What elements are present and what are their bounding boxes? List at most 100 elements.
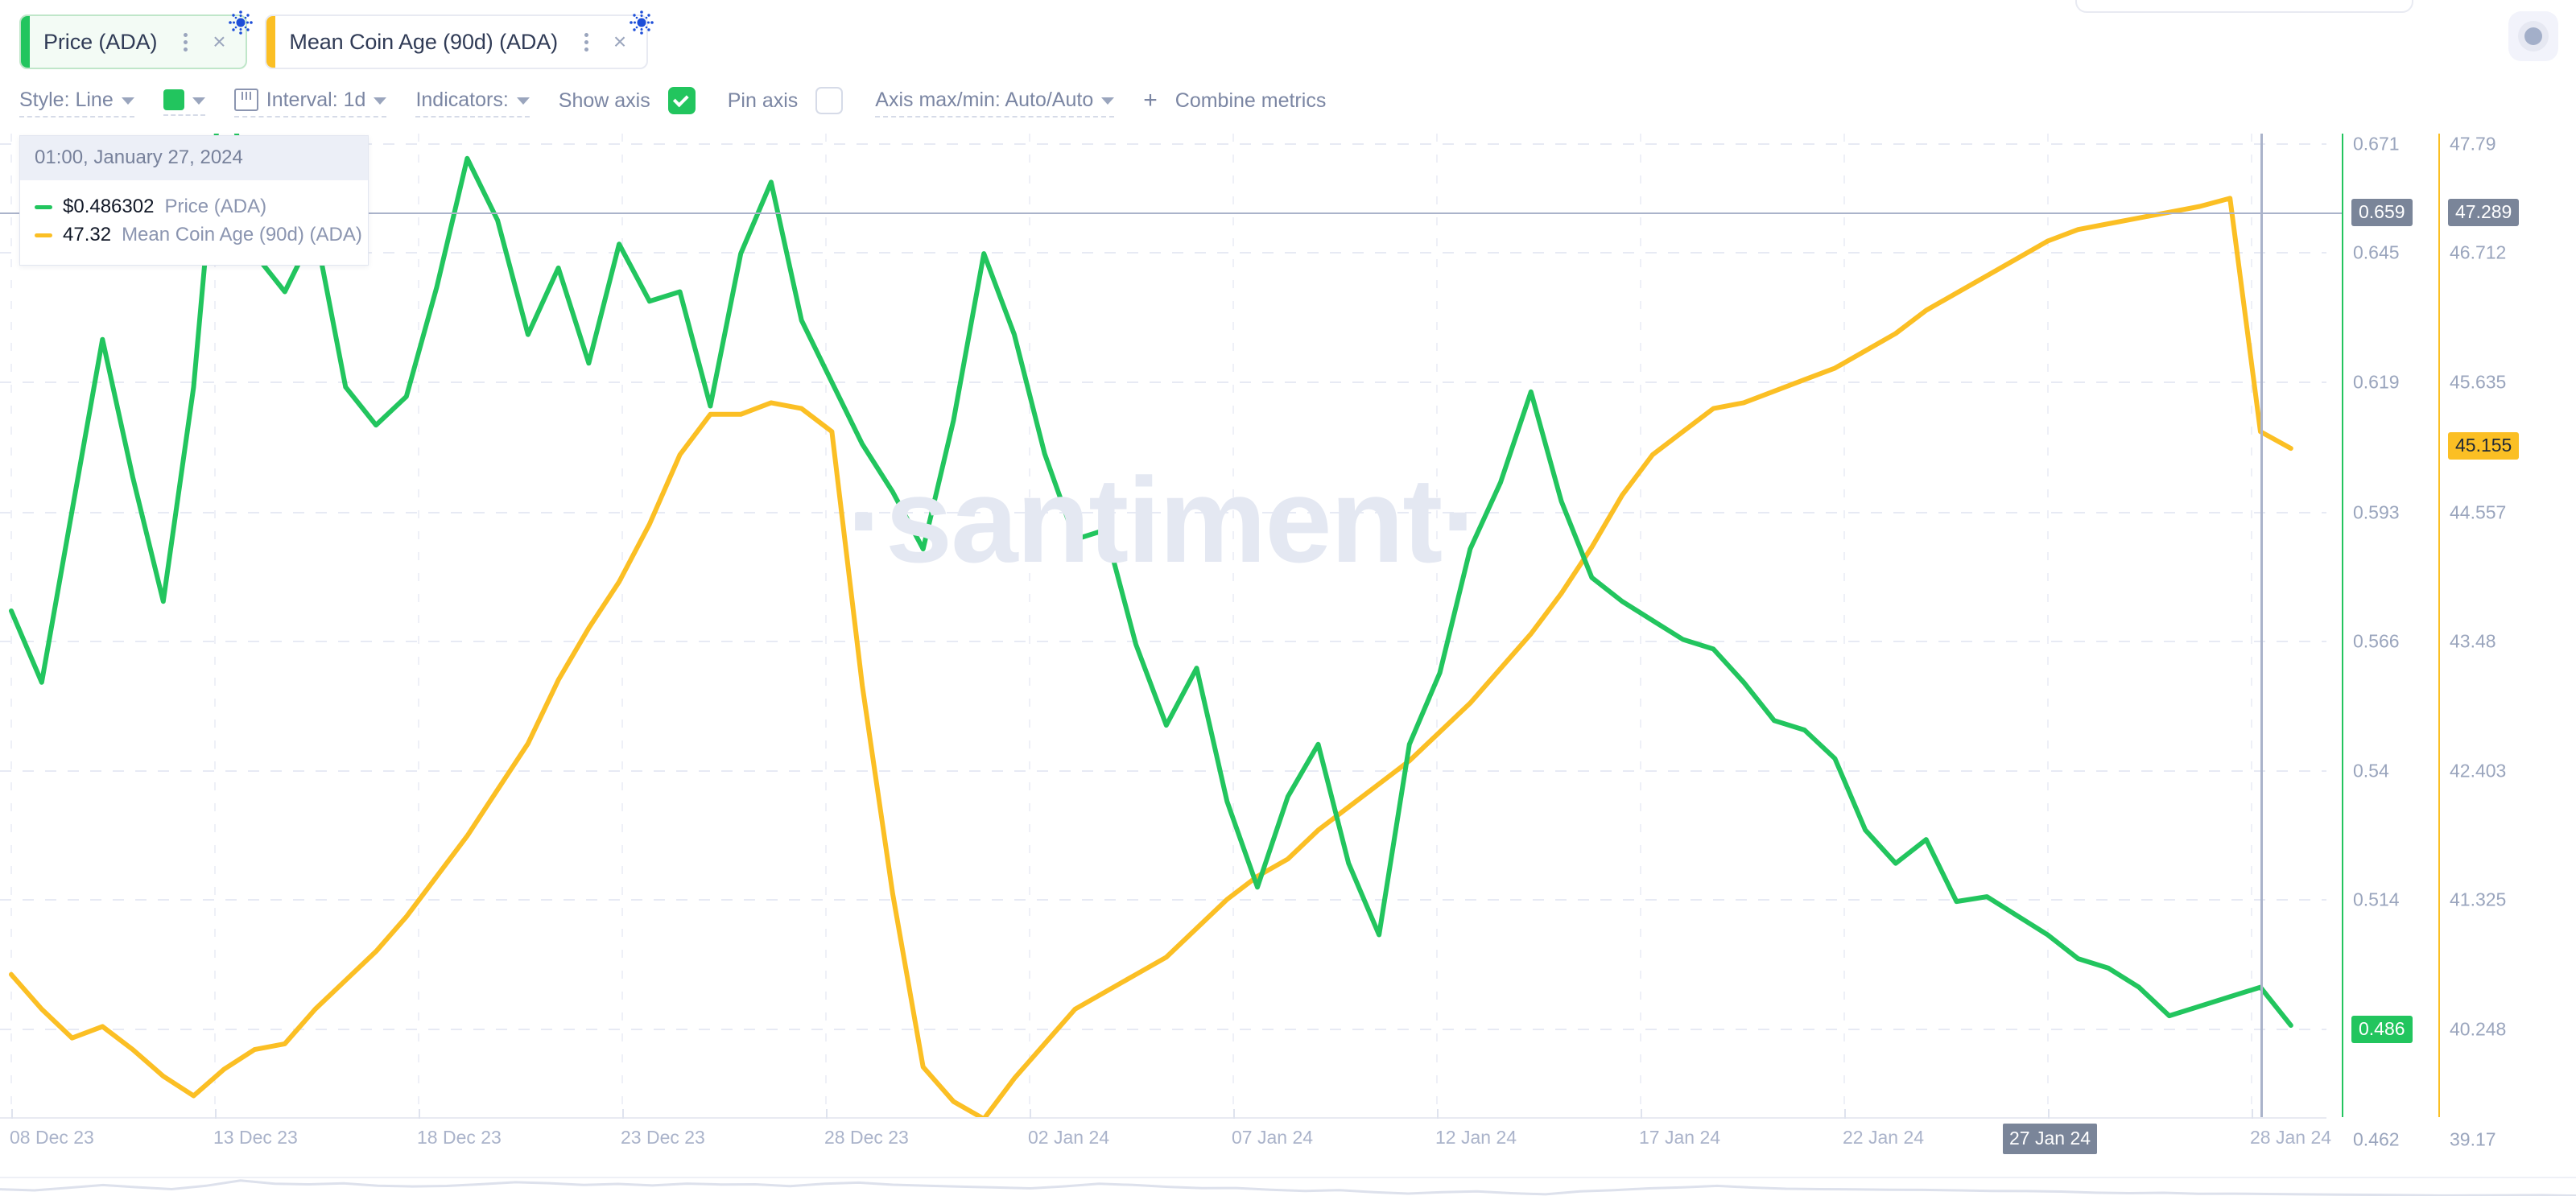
x-axis-tick-label: 28 Dec 23 bbox=[824, 1127, 909, 1148]
axis-tick-label: 44.557 bbox=[2450, 501, 2507, 523]
tooltip-row-price: $0.486302 Price (ADA) bbox=[35, 196, 353, 218]
tooltip-series-name: Price (ADA) bbox=[164, 196, 267, 217]
overview-sparkline bbox=[0, 1179, 2576, 1196]
crosshair-vertical-line bbox=[2260, 134, 2263, 1117]
axis-tick-label: 41.325 bbox=[2450, 889, 2507, 910]
chart-range-overview[interactable] bbox=[0, 1177, 2576, 1196]
tab-price-ada[interactable]: Price (ADA) × bbox=[19, 10, 254, 69]
x-axis-tick-mark bbox=[1844, 1109, 1846, 1119]
axis-tick-label: 0.645 bbox=[2353, 241, 2400, 263]
sparkle-icon[interactable] bbox=[226, 8, 255, 37]
interval-dropdown[interactable]: Interval: 1d bbox=[233, 88, 387, 118]
x-axis-tick-label: 28 Jan 24 bbox=[2250, 1127, 2332, 1148]
tooltip-value: 47.32 bbox=[63, 224, 112, 245]
chevron-down-icon bbox=[1101, 97, 1115, 105]
x-axis-tick-mark bbox=[1437, 1109, 1439, 1119]
axis-tick-label: 39.17 bbox=[2450, 1128, 2496, 1150]
axis-tick-label: 0.671 bbox=[2353, 133, 2400, 155]
x-axis-tick-mark bbox=[2252, 1109, 2253, 1119]
pin-axis-control[interactable]: Pin axis bbox=[728, 87, 844, 118]
style-label: Style: Line bbox=[19, 88, 114, 111]
axis-tick-label: 0.462 bbox=[2353, 1128, 2400, 1150]
series-color-dash-icon bbox=[35, 204, 52, 209]
top-partial-panel bbox=[2075, 0, 2413, 13]
x-axis-tick-mark bbox=[1641, 1109, 1642, 1119]
tab-label: Mean Coin Age (90d) (ADA) bbox=[289, 29, 559, 54]
metric-tabbar: Price (ADA) × Mean Coin Age (90d) (ADA) … bbox=[19, 10, 654, 69]
x-axis-tick-label: 23 Dec 23 bbox=[621, 1127, 705, 1148]
mean-coin-age-axis-line bbox=[2438, 134, 2440, 1117]
chart-plot-area[interactable] bbox=[0, 134, 2326, 1117]
combine-metrics-label: Combine metrics bbox=[1174, 89, 1327, 112]
x-axis-tick-label: 02 Jan 24 bbox=[1028, 1127, 1110, 1148]
axis-tick-label: 0.566 bbox=[2353, 630, 2400, 652]
tab-color-swatch bbox=[266, 16, 276, 68]
tooltip-datetime: 01:00, January 27, 2024 bbox=[20, 136, 368, 180]
series-line-mean-coin-age bbox=[9, 196, 2293, 1117]
indicators-dropdown[interactable]: Indicators: bbox=[415, 88, 530, 118]
color-dropdown[interactable] bbox=[163, 89, 205, 116]
axis-tick-label: 0.593 bbox=[2353, 501, 2400, 523]
axis-max-min-label: Axis max/min: Auto/Auto bbox=[875, 88, 1094, 111]
chart-tooltip: 01:00, January 27, 2024 $0.486302 Price … bbox=[19, 135, 369, 266]
axis-tick-label: 0.619 bbox=[2353, 371, 2400, 393]
x-axis-tick-label: 17 Jan 24 bbox=[1639, 1127, 1721, 1148]
axis-value-marker: 0.486 bbox=[2351, 1016, 2413, 1043]
interval-icon bbox=[233, 89, 258, 111]
show-axis-checkbox[interactable] bbox=[667, 87, 696, 114]
tooltip-rows: $0.486302 Price (ADA) 47.32 Mean Coin Ag… bbox=[20, 180, 368, 265]
tab-color-swatch bbox=[21, 16, 30, 68]
tooltip-value: $0.486302 bbox=[63, 196, 155, 217]
tab-mean-coin-age[interactable]: Mean Coin Age (90d) (ADA) × bbox=[265, 10, 654, 69]
axis-tick-label: 43.48 bbox=[2450, 630, 2496, 652]
x-axis-tick-mark bbox=[215, 1109, 217, 1119]
series-color-dash-icon bbox=[35, 233, 52, 237]
color-swatch-icon bbox=[163, 89, 184, 110]
x-axis-tick-mark bbox=[1233, 1109, 1235, 1119]
plus-icon: + bbox=[1143, 87, 1158, 113]
interval-label: Interval: 1d bbox=[266, 88, 366, 111]
tab-menu-icon[interactable] bbox=[171, 32, 199, 52]
axis-tick-label: 45.635 bbox=[2450, 371, 2507, 393]
x-axis-tick-label: 12 Jan 24 bbox=[1435, 1127, 1517, 1148]
chevron-down-icon bbox=[374, 97, 387, 105]
avatar-ring bbox=[2518, 21, 2549, 52]
avatar-dot-icon bbox=[2524, 27, 2542, 45]
x-axis-tick-mark bbox=[11, 1109, 13, 1119]
x-axis-tick-mark bbox=[622, 1109, 624, 1119]
santiment-watermark: ·santiment· bbox=[846, 452, 1481, 588]
combine-metrics-button[interactable]: + Combine metrics bbox=[1143, 89, 1326, 117]
account-avatar-button[interactable] bbox=[2508, 11, 2558, 61]
indicators-label: Indicators: bbox=[415, 88, 509, 111]
x-axis-tick-mark bbox=[1030, 1109, 1031, 1119]
x-axis-tick-mark bbox=[419, 1109, 420, 1119]
chart-toolbar: Style: Line Interval: 1d Indicators: Sho… bbox=[19, 87, 1355, 118]
tab-label: Price (ADA) bbox=[43, 29, 158, 54]
chart-gridlines bbox=[0, 143, 2326, 1030]
axis-value-marker: 47.289 bbox=[2448, 199, 2520, 226]
show-axis-label: Show axis bbox=[558, 89, 650, 112]
sparkle-icon[interactable] bbox=[627, 8, 656, 37]
x-axis-tick-label: 18 Dec 23 bbox=[417, 1127, 502, 1148]
axis-tick-label: 42.403 bbox=[2450, 760, 2507, 782]
axis-tick-label: 47.79 bbox=[2450, 133, 2496, 155]
x-axis-line bbox=[0, 1117, 2326, 1119]
pin-axis-label: Pin axis bbox=[727, 89, 799, 112]
style-dropdown[interactable]: Style: Line bbox=[19, 89, 134, 118]
tooltip-series-name: Mean Coin Age (90d) (ADA) bbox=[122, 224, 362, 245]
tab-menu-icon[interactable] bbox=[572, 32, 600, 52]
axis-max-min-dropdown[interactable]: Axis max/min: Auto/Auto bbox=[875, 88, 1115, 118]
x-axis-tick-label: 22 Jan 24 bbox=[1843, 1127, 1925, 1148]
x-axis-selected-label: 27 Jan 24 bbox=[2003, 1124, 2098, 1154]
chevron-down-icon bbox=[121, 97, 134, 105]
chevron-down-icon bbox=[516, 97, 530, 105]
chart-canvas bbox=[0, 134, 2326, 1117]
pin-axis-checkbox[interactable] bbox=[815, 87, 844, 114]
axis-tick-label: 0.54 bbox=[2353, 760, 2389, 782]
axis-tick-label: 40.248 bbox=[2450, 1018, 2507, 1040]
price-axis-line bbox=[2342, 134, 2343, 1117]
axis-tick-label: 0.514 bbox=[2353, 889, 2400, 910]
x-axis-tick-mark bbox=[2048, 1109, 2050, 1119]
show-axis-control[interactable]: Show axis bbox=[559, 87, 696, 118]
x-axis-tick-mark bbox=[826, 1109, 828, 1119]
